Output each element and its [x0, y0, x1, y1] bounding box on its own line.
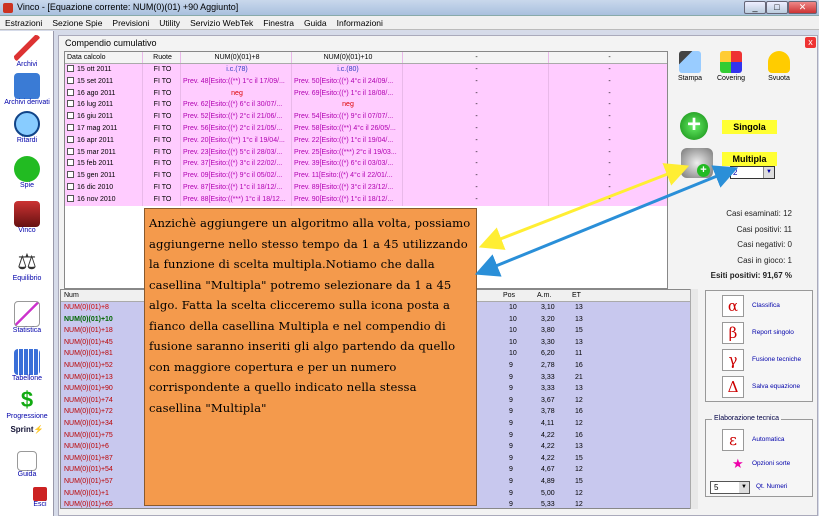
yellow-arrow — [478, 163, 690, 250]
annotation-arrows — [474, 163, 739, 277]
blue-arrow — [474, 165, 739, 277]
